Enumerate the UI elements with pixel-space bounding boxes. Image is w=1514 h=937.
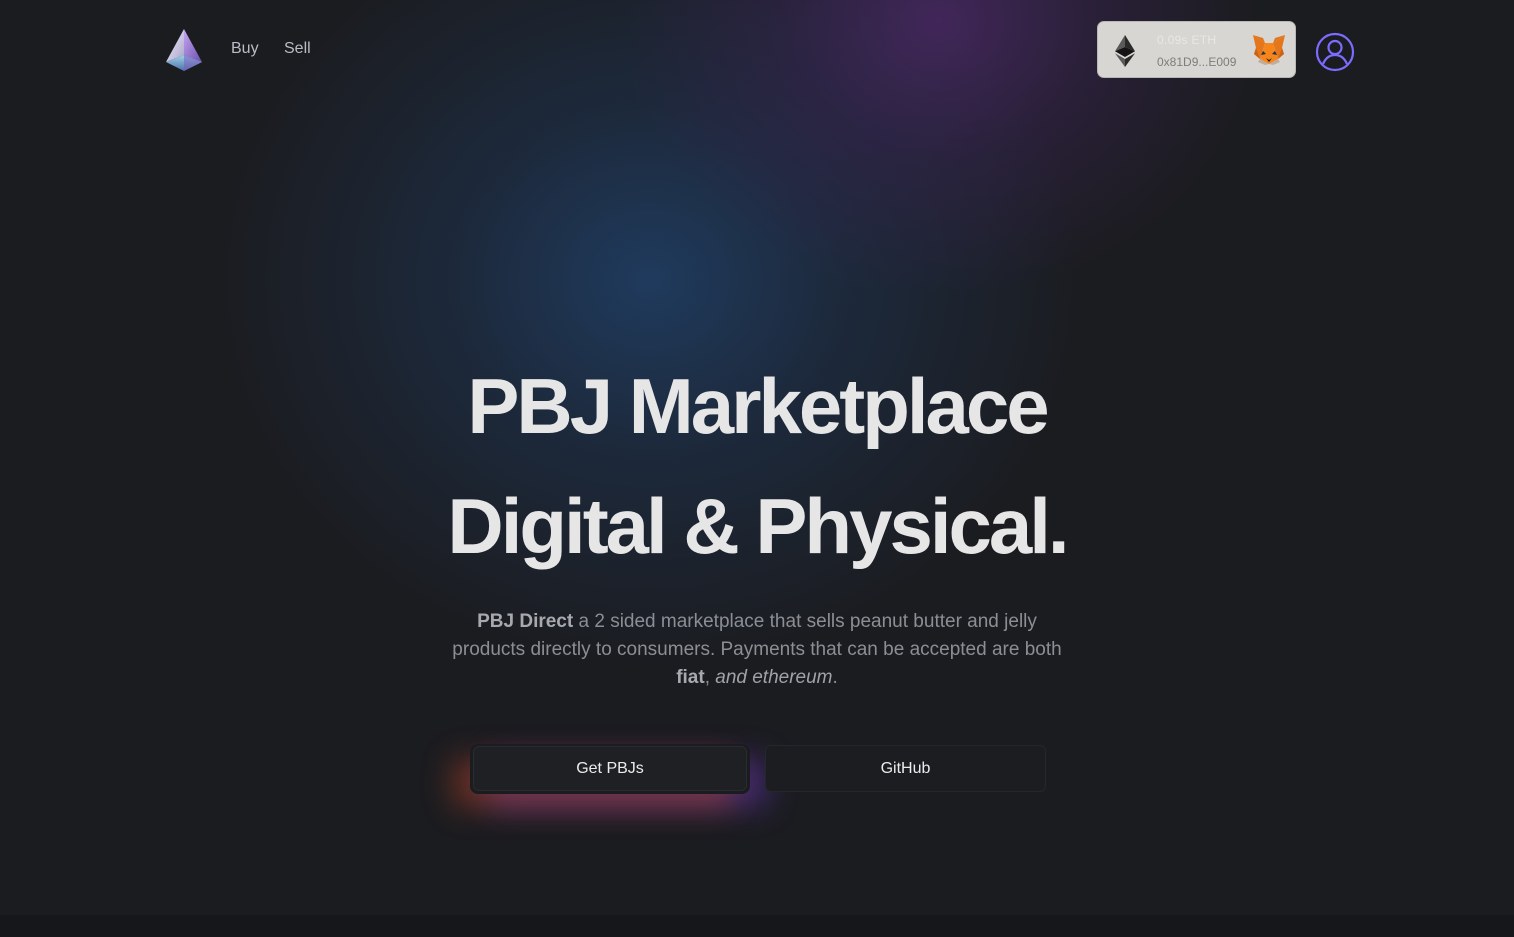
hero-desc-separator: , [704,667,716,688]
landing-page: Buy Sell 0.09s ETH 0x81D9...E009 PBJ Mar… [0,0,1514,937]
metamask-fox-icon [1253,35,1285,65]
hero-title-line2: Digital & Physical. [447,482,1069,570]
hero-title-line1: PBJ Marketplace [467,362,1049,450]
ethereum-icon [1115,35,1135,67]
user-circle-icon[interactable] [1315,32,1355,72]
hero-desc-ethereum: and ethereum [715,667,833,688]
wallet-connect-button[interactable]: 0.09s ETH 0x81D9...E009 [1097,21,1296,78]
hero-desc-end: . [832,667,838,688]
hero-desc-fiat: fiat [676,667,705,688]
github-button[interactable]: GitHub [765,745,1046,792]
nav-sell-link[interactable]: Sell [284,40,311,58]
prism-logo-icon[interactable] [164,28,204,72]
hero-description: PBJ Direct a 2 sided marketplace that se… [440,608,1074,692]
hero-desc-brand: PBJ Direct [477,611,574,632]
nav-buy-link[interactable]: Buy [231,40,259,58]
wallet-balance: 0.09s ETH [1157,33,1217,47]
get-pbjs-button[interactable]: Get PBJs [473,746,747,791]
wallet-address: 0x81D9...E009 [1157,55,1237,69]
page-bottom-edge [0,915,1514,937]
